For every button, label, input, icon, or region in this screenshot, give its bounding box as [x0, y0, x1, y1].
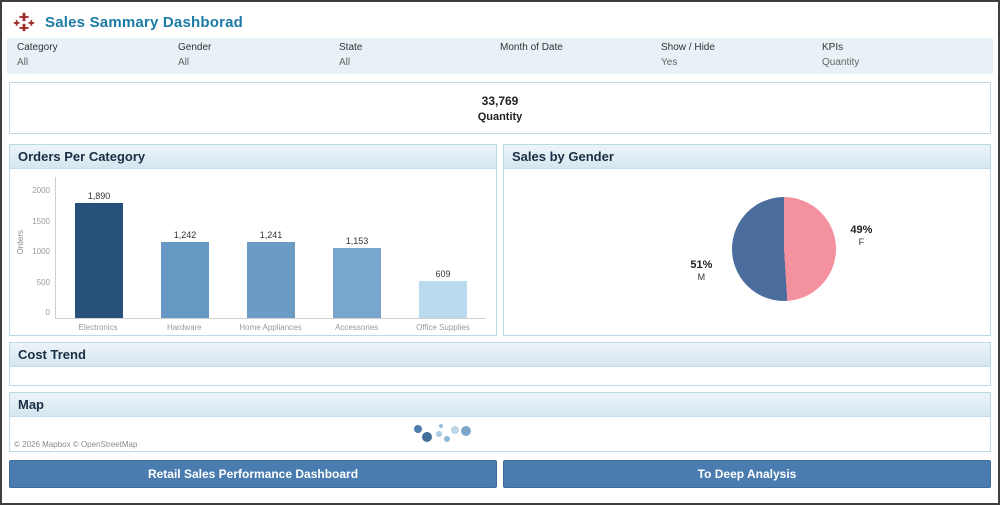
- bar-value-label: 1,153: [345, 236, 369, 246]
- bar-value-label: 1,890: [87, 191, 111, 201]
- bar-chart: Orders 0 500 1000 1500 2000 1,890 1,242 1,241 1…: [10, 169, 496, 335]
- y-axis-label: Orders: [16, 229, 25, 255]
- bar-mark[interactable]: [247, 242, 295, 318]
- kpi-value: 33,769: [481, 93, 519, 108]
- bar-category-label: Office Supplies: [416, 323, 470, 332]
- bar-value-label: 1,242: [173, 230, 197, 240]
- filter-category: Category All: [17, 42, 178, 72]
- filter-value-dropdown[interactable]: All: [339, 57, 500, 68]
- pie-label-male: 51% M: [690, 259, 712, 282]
- sales-by-gender-panel: Sales by Gender 49% F 51% M: [503, 144, 991, 336]
- filter-label: State: [339, 42, 363, 53]
- panel-title: Cost Trend: [18, 347, 86, 362]
- filter-month-of-date: Month of Date: [500, 42, 661, 72]
- map-attribution: © 2026 Mapbox © OpenStreetMap: [14, 440, 138, 449]
- kpi-label: Quantity: [477, 110, 523, 123]
- filter-kpis: KPIs Quantity: [822, 42, 983, 72]
- cost-trend-body: [10, 367, 990, 385]
- retail-sales-dashboard-button[interactable]: Retail Sales Performance Dashboard: [9, 460, 497, 488]
- panel-title: Sales by Gender: [512, 149, 614, 164]
- to-deep-analysis-button[interactable]: To Deep Analysis: [503, 460, 991, 488]
- gender-pie-mark[interactable]: [732, 197, 837, 301]
- map-point-mark[interactable]: [422, 432, 432, 442]
- bar-column: 1,242: [142, 230, 228, 318]
- filter-label: Gender: [178, 42, 212, 53]
- bar-column: 1,890: [56, 191, 142, 318]
- bar-category-label: Accessories: [335, 323, 379, 332]
- pie-percent: 51%: [690, 259, 713, 271]
- page-title: Sales Sammary Dashborad: [45, 13, 244, 31]
- pie-percent: 49%: [850, 224, 873, 236]
- bar-mark[interactable]: [75, 203, 123, 318]
- filter-label: Category: [17, 42, 58, 53]
- bar-column: 609: [400, 269, 486, 318]
- filter-bar: Category All Gender All State All Month …: [7, 38, 993, 74]
- map-point-mark[interactable]: [444, 436, 450, 442]
- panel-header: Cost Trend: [10, 343, 990, 367]
- bar-category-label: Home Appliances: [239, 323, 302, 332]
- filter-state: State All: [339, 42, 500, 72]
- map-point-mark[interactable]: [451, 426, 459, 434]
- filter-label: Month of Date: [500, 42, 563, 53]
- panel-header: Orders Per Category: [10, 145, 496, 169]
- bar-category-label: Hardware: [166, 323, 202, 332]
- bar-mark[interactable]: [333, 248, 381, 318]
- filter-value-dropdown[interactable]: Yes: [661, 57, 822, 68]
- bar-column: 1,153: [314, 236, 400, 318]
- pie-gender-letter: M: [697, 272, 706, 282]
- map-body[interactable]: © 2026 Mapbox © OpenStreetMap: [10, 417, 990, 451]
- orders-per-category-panel: Orders Per Category Orders 0 500 1000 1500 2…: [9, 144, 497, 336]
- panel-title: Map: [18, 397, 44, 412]
- bar-column: 1,241: [228, 230, 314, 318]
- kpi-card: 33,769 Quantity: [9, 82, 991, 134]
- bar-value-label: 1,241: [259, 230, 283, 240]
- filter-show-hide: Show / Hide Yes: [661, 42, 822, 72]
- dashboard-frame: Sales Sammary Dashborad Category All Gen…: [0, 0, 1000, 505]
- map-point-mark[interactable]: [439, 424, 443, 428]
- filter-value-dropdown[interactable]: All: [17, 57, 178, 68]
- y-tick-label: 1500: [32, 216, 50, 226]
- map-point-mark[interactable]: [461, 426, 471, 436]
- filter-label: Show / Hide: [661, 42, 715, 53]
- bar-mark[interactable]: [161, 242, 209, 318]
- y-tick-label: 1000: [32, 247, 50, 256]
- nav-button-row: Retail Sales Performance Dashboard To De…: [9, 460, 991, 488]
- filter-label: KPIs: [822, 42, 844, 53]
- bar-category-label: Electronics: [78, 323, 118, 332]
- cost-trend-panel: Cost Trend: [9, 342, 991, 386]
- bar-mark[interactable]: [419, 281, 467, 318]
- y-tick-label: 0: [45, 308, 50, 317]
- panel-header: Sales by Gender: [504, 145, 990, 169]
- pie-chart: 49% F 51% M: [504, 169, 990, 335]
- y-axis: 0 500 1000 1500 2000: [25, 186, 55, 317]
- app-header: Sales Sammary Dashborad: [7, 6, 993, 38]
- y-tick-label: 500: [36, 277, 50, 287]
- filter-gender: Gender All: [178, 42, 339, 72]
- map-point-mark[interactable]: [436, 431, 442, 437]
- pie-gender-letter: F: [858, 237, 865, 247]
- charts-row: Orders Per Category Orders 0 500 1000 1500 2…: [9, 144, 991, 336]
- filter-value-dropdown[interactable]: Quantity: [822, 57, 983, 68]
- y-tick-label: 2000: [32, 186, 50, 195]
- filter-value-dropdown[interactable]: All: [178, 57, 339, 68]
- panel-title: Orders Per Category: [18, 149, 146, 164]
- bar-value-label: 609: [435, 269, 451, 279]
- tableau-logo-icon: [13, 12, 35, 32]
- bar-plot-area: 1,890 1,242 1,241 1,153 609 Electronics Hardw…: [55, 177, 486, 333]
- pie-label-female: 49% F: [850, 224, 872, 247]
- map-point-mark[interactable]: [414, 425, 422, 433]
- map-panel: Map © 2026 Mapbox © OpenStreetMap: [9, 392, 991, 452]
- panel-header: Map: [10, 393, 990, 417]
